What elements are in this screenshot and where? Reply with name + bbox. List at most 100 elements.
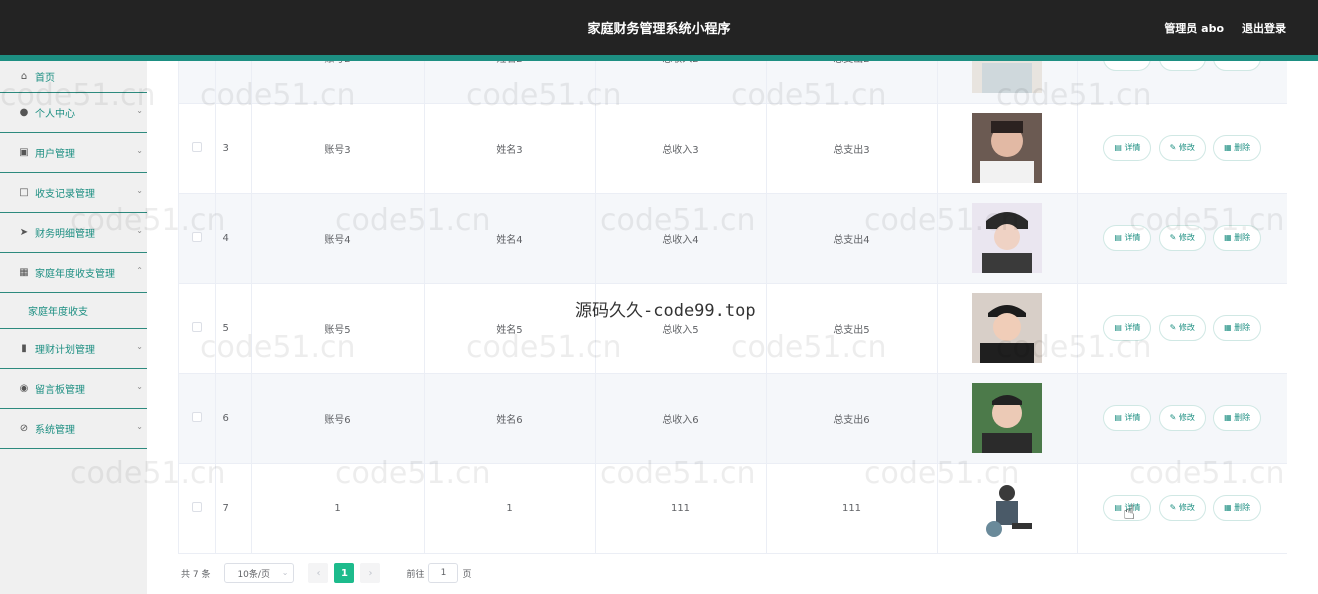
sidebar-item-system[interactable]: ⊘ 系统管理 ⌄ <box>0 409 147 449</box>
prev-page-button[interactable]: ‹ <box>308 563 329 583</box>
cell-name: 姓名3 <box>424 103 596 194</box>
sidebar-item-investment-plan[interactable]: ▮ 理财计划管理 ⌄ <box>0 329 147 369</box>
next-page-button[interactable]: › <box>360 563 381 583</box>
cell-income: 总收入6 <box>595 373 767 464</box>
edit-button[interactable]: ✎ 修改 <box>1158 225 1206 251</box>
sidebar-item-personal-center[interactable]: ● 个人中心 ⌄ <box>0 93 147 133</box>
page-number-button[interactable]: 1 <box>334 563 355 583</box>
cell-name: 姓名2 <box>424 61 596 104</box>
cell-income: 111 <box>595 463 767 554</box>
cell-account: 账号5 <box>251 283 425 374</box>
row-checkbox[interactable] <box>191 411 202 422</box>
bell-off-icon: ⊘ <box>19 423 29 434</box>
sidebar-item-label: 留言板管理 <box>35 385 85 396</box>
sidebar-item-label: 系统管理 <box>35 425 75 436</box>
sidebar-item-label: 收支记录管理 <box>35 189 95 200</box>
detail-button[interactable]: ▤ 详情 <box>1103 315 1152 341</box>
table-row: 3 账号3 姓名3 总收入3 总支出3 ▤ 详情 ✎ 修改 ▦ 删除 <box>179 103 1287 194</box>
row-checkbox[interactable] <box>191 501 202 512</box>
chevron-down-icon: ⌄ <box>136 382 143 391</box>
cell-expense: 总支出6 <box>766 373 938 464</box>
cell-expense: 总支出3 <box>766 103 938 194</box>
sidebar-subitem-annual[interactable]: 家庭年度收支 <box>0 293 147 329</box>
cell-income: 总收入2 <box>595 61 767 104</box>
delete-button[interactable]: ▦ 删除 <box>1213 225 1262 251</box>
app-title: 家庭财务管理系统小程序 <box>587 22 731 37</box>
total-count: 共 7 条 <box>181 569 211 580</box>
sidebar-item-label: 个人中心 <box>35 109 75 120</box>
detail-button[interactable]: ▤ 详情 <box>1103 61 1152 71</box>
top-bar: 家庭财务管理系统小程序 管理员 abo 退出登录 <box>0 0 1318 61</box>
edit-button[interactable]: ✎ 修改 <box>1158 405 1206 431</box>
sidebar-item-annual-management[interactable]: ▦ 家庭年度收支管理 ⌃ <box>0 253 147 293</box>
cell-name: 1 <box>424 463 596 554</box>
row-checkbox[interactable] <box>191 231 202 242</box>
sidebar-item-home[interactable]: ⌂ 首页 <box>0 61 147 93</box>
chat-icon: □ <box>19 187 29 198</box>
sidebar-item-records[interactable]: □ 收支记录管理 ⌄ <box>0 173 147 213</box>
cell-income: 总收入4 <box>595 193 767 284</box>
sidebar-item-label: 用户管理 <box>35 149 75 160</box>
cell-income: 总收入3 <box>595 103 767 194</box>
chevron-down-icon: ⌄ <box>136 342 143 351</box>
goto-label: 前往 <box>406 569 425 580</box>
avatar-image <box>972 383 1042 453</box>
edit-button[interactable]: ✎ 修改 <box>1158 135 1206 161</box>
send-icon: ➤ <box>19 227 29 238</box>
avatar-image <box>972 61 1042 93</box>
bulb-icon: ◉ <box>19 383 29 394</box>
row-index: 5 <box>215 283 252 374</box>
row-index: 3 <box>215 103 252 194</box>
sidebar-item-label: 家庭年度收支管理 <box>35 269 115 280</box>
detail-button[interactable]: ▤ 详情 <box>1103 135 1152 161</box>
chevron-left-icon: ‹ <box>316 567 321 579</box>
goto-page-input[interactable]: 1 <box>428 563 459 583</box>
cell-name: 姓名4 <box>424 193 596 284</box>
avatar-image <box>972 293 1042 363</box>
detail-button[interactable]: ▤ 详情 <box>1103 405 1152 431</box>
cell-account: 账号2 <box>251 61 425 104</box>
delete-button[interactable]: ▦ 删除 <box>1213 61 1262 71</box>
chevron-up-icon: ⌃ <box>136 266 143 275</box>
briefcase-icon: ▣ <box>19 147 29 158</box>
row-checkbox[interactable] <box>191 321 202 332</box>
avatar-image <box>972 203 1042 273</box>
table-row: 2 账号2 姓名2 总收入2 总支出2 ▤ 详情 ✎ 修改 ▦ 删除 <box>179 61 1287 104</box>
edit-button[interactable]: ✎ 修改 <box>1158 61 1206 71</box>
bar-chart-icon: ▮ <box>21 343 27 354</box>
row-index: 4 <box>215 193 252 284</box>
sidebar-item-label: 理财计划管理 <box>35 345 95 356</box>
avatar-image <box>972 113 1042 183</box>
admin-user-label[interactable]: 管理员 abo <box>1164 20 1224 36</box>
cell-expense: 总支出2 <box>766 61 938 104</box>
row-index: 2 <box>215 61 252 104</box>
grid-icon: ▦ <box>19 267 29 278</box>
center-watermark: 源码久久-code99.top <box>575 301 756 321</box>
user-icon: ● <box>19 107 29 118</box>
row-checkbox[interactable] <box>191 141 202 152</box>
edit-button[interactable]: ✎ 修改 <box>1158 495 1206 521</box>
table-row: 4 账号4 姓名4 总收入4 总支出4 ▤ 详情 ✎ 修改 ▦ 删除 <box>179 193 1287 284</box>
delete-button[interactable]: ▦ 删除 <box>1213 135 1262 161</box>
detail-button[interactable]: ▤ 详情 <box>1103 225 1152 251</box>
table-row: 7 1 1 111 111 ▤ 详情 ✎ 修改 ▦ 删除 <box>179 463 1287 554</box>
delete-button[interactable]: ▦ 删除 <box>1213 315 1262 341</box>
cell-expense: 总支出5 <box>766 283 938 374</box>
row-index: 7 <box>215 463 252 554</box>
cell-account: 账号3 <box>251 103 425 194</box>
delete-button[interactable]: ▦ 删除 <box>1213 495 1262 521</box>
chevron-down-icon: ⌄ <box>136 146 143 155</box>
row-index: 6 <box>215 373 252 464</box>
home-icon: ⌂ <box>20 71 28 82</box>
sidebar-item-user-management[interactable]: ▣ 用户管理 ⌄ <box>0 133 147 173</box>
sidebar-item-finance-details[interactable]: ➤ 财务明细管理 ⌄ <box>0 213 147 253</box>
delete-button[interactable]: ▦ 删除 <box>1213 405 1262 431</box>
edit-button[interactable]: ✎ 修改 <box>1158 315 1206 341</box>
sidebar-item-label: 首页 <box>35 73 55 84</box>
sidebar-item-label: 家庭年度收支 <box>28 307 88 318</box>
cell-name: 姓名6 <box>424 373 596 464</box>
pagination: 共 7 条 10条/页 ⌄ ‹ 1 › 前往 1 页 <box>181 563 471 583</box>
sidebar-item-message-board[interactable]: ◉ 留言板管理 ⌄ <box>0 369 147 409</box>
logout-link[interactable]: 退出登录 <box>1242 20 1286 36</box>
page-size-select[interactable]: 10条/页 ⌄ <box>224 563 295 583</box>
